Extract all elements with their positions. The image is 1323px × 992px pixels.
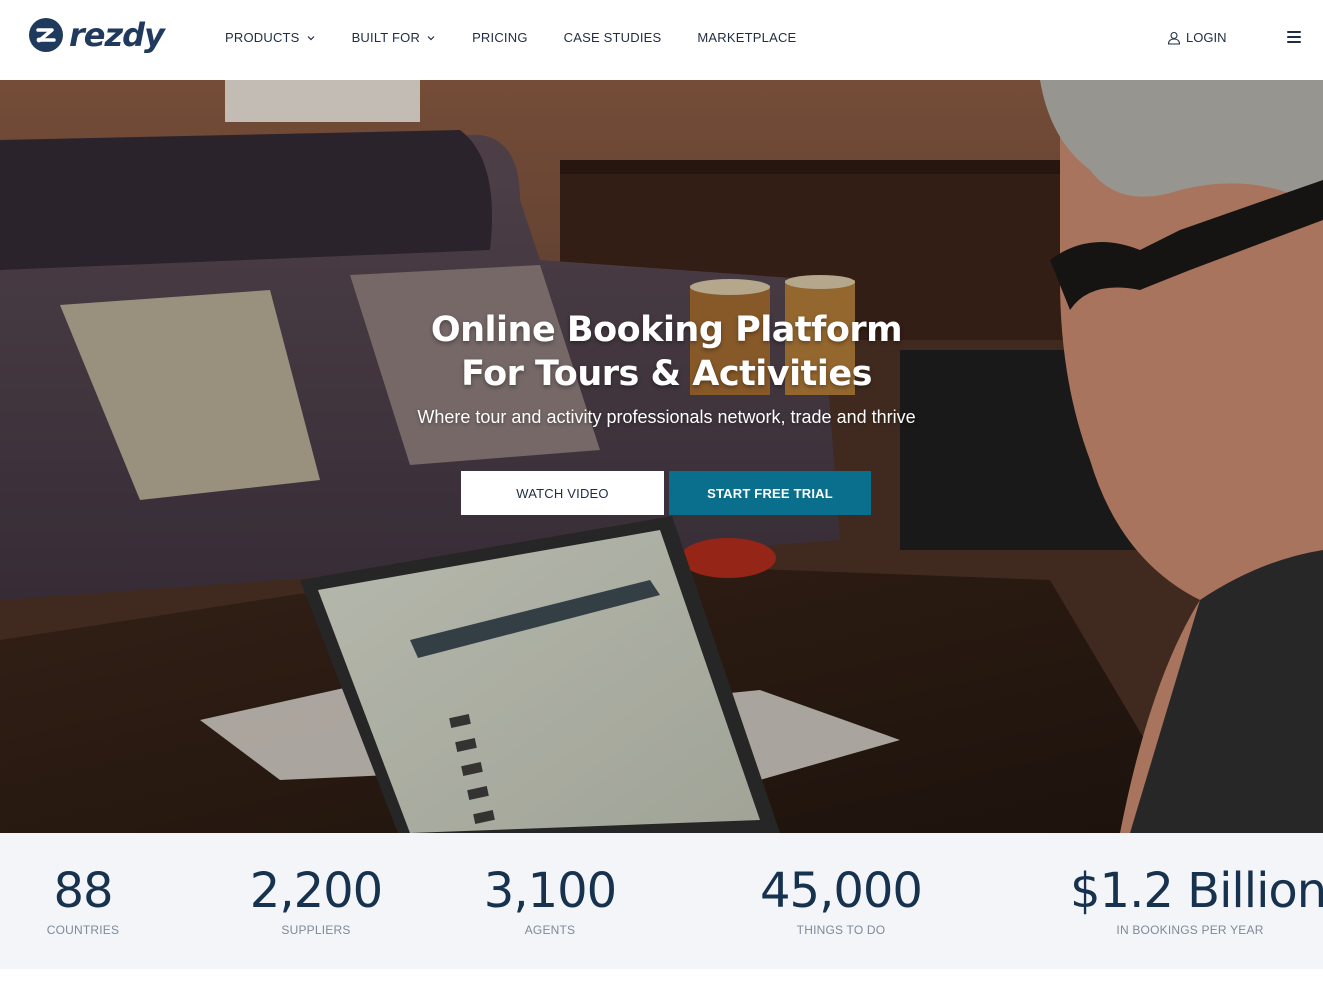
nav-item-label: PRICING <box>472 30 528 45</box>
chevron-down-icon <box>307 35 314 40</box>
logo-wordmark: rezdy <box>69 16 165 54</box>
stat-bookings: $1.2 Billion IN BOOKINGS PER YEAR <box>1070 863 1323 937</box>
stat-things-to-do: 45,000 THINGS TO DO <box>741 863 941 937</box>
hero-title-line-1: Online Booking Platform <box>430 310 903 350</box>
stat-label: IN BOOKINGS PER YEAR <box>1116 923 1264 937</box>
stat-countries: 88 COUNTRIES <box>24 863 142 937</box>
stat-value: 45,000 <box>760 863 923 919</box>
page-below-fold <box>0 969 1323 992</box>
stat-label: SUPPLIERS <box>281 923 351 937</box>
nav-item-pricing[interactable]: PRICING <box>472 30 528 45</box>
stat-label: THINGS TO DO <box>796 923 886 937</box>
watch-video-button[interactable]: WATCH VIDEO <box>461 471 664 515</box>
hero-section: Online Booking Platform For Tours & Acti… <box>0 80 1323 833</box>
stat-value: 2,200 <box>249 863 383 919</box>
hero-subtitle: Where tour and activity professionals ne… <box>417 407 916 427</box>
hero-overlay <box>0 80 1323 833</box>
start-free-trial-button[interactable]: START FREE TRIAL <box>669 471 871 515</box>
rezdy-logo[interactable]: rezdy <box>28 16 165 54</box>
nav-item-products[interactable]: PRODUCTS <box>225 30 316 45</box>
login-label: LOGIN <box>1186 30 1227 45</box>
stat-label: AGENTS <box>524 923 576 937</box>
stat-label: COUNTRIES <box>46 923 120 937</box>
hamburger-icon[interactable] <box>1287 31 1301 43</box>
stat-suppliers: 2,200 SUPPLIERS <box>236 863 396 937</box>
nav-item-label: CASE STUDIES <box>563 30 662 45</box>
stat-value: 3,100 <box>483 863 617 919</box>
nav-item-marketplace[interactable]: MARKETPLACE <box>697 30 796 45</box>
hero-title-line-2: For Tours & Activities <box>461 354 872 394</box>
stat-agents: 3,100 AGENTS <box>470 863 630 937</box>
nav-item-label: BUILT FOR <box>351 30 421 45</box>
hero-title: Online Booking Platform For Tours & Acti… <box>0 308 1323 396</box>
logo-mark-icon <box>29 18 63 52</box>
nav-item-built-for[interactable]: BUILT FOR <box>352 30 437 45</box>
chevron-down-icon <box>427 35 435 40</box>
user-icon <box>1167 31 1181 45</box>
nav-item-label: PRODUCTS <box>225 30 300 45</box>
main-nav: PRODUCTS BUILT FOR PRICING CASE STUDIES … <box>225 30 832 45</box>
nav-item-label: MARKETPLACE <box>697 30 797 45</box>
nav-item-case-studies[interactable]: CASE STUDIES <box>564 30 662 45</box>
stat-value: 88 <box>53 863 113 919</box>
stats-bar: 88 COUNTRIES 2,200 SUPPLIERS 3,100 AGENT… <box>0 833 1323 969</box>
stat-value: $1.2 Billion <box>1070 863 1323 919</box>
site-header: rezdy PRODUCTS BUILT FOR PRICING CASE ST… <box>0 0 1323 80</box>
login-link[interactable]: LOGIN <box>1167 30 1226 45</box>
